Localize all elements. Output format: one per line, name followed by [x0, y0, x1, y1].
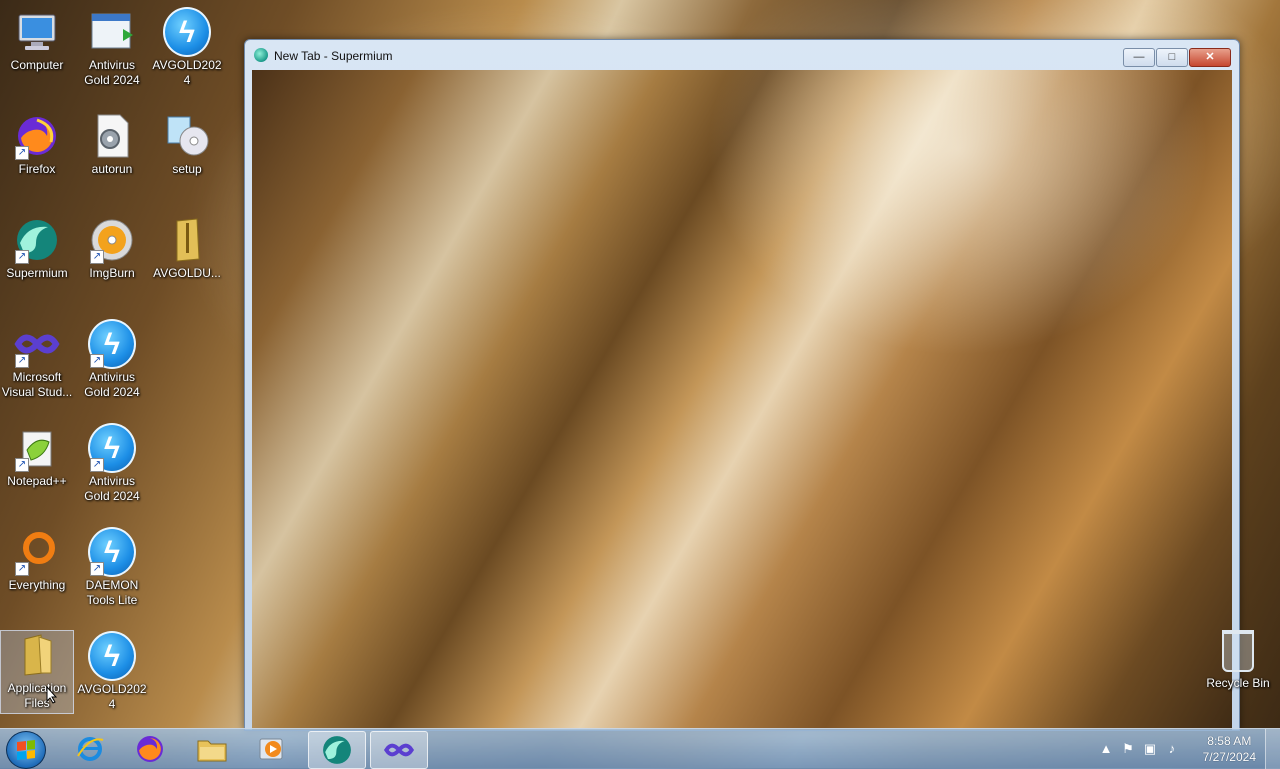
notepadpp-icon: ↗	[13, 424, 61, 472]
shortcut-arrow-icon: ↗	[90, 562, 104, 576]
desktop-icon-label: AVGOLDU...	[153, 266, 221, 280]
desktop-icon-label: Recycle Bin	[1206, 676, 1270, 690]
lightning-icon: ϟ ↗	[88, 319, 136, 369]
desktop-icon-antivirus-gold-2024[interactable]: Antivirus Gold 2024	[75, 8, 149, 88]
media-player-icon	[259, 738, 283, 760]
clock[interactable]: 8:58 AM 7/27/2024	[1203, 733, 1256, 765]
minimize-button[interactable]: —	[1123, 48, 1155, 67]
desktop-icon-setup[interactable]: setup	[150, 112, 224, 177]
taskbar: ▲ ⚑ ▣ ♪ 8:58 AM 7/27/2024	[0, 728, 1280, 769]
firefox-icon: ↗	[13, 112, 61, 160]
supermium-icon	[323, 736, 351, 764]
visual-studio-icon	[383, 743, 415, 757]
shortcut-arrow-icon: ↗	[15, 562, 29, 576]
shortcut-arrow-icon: ↗	[90, 458, 104, 472]
desktop-icon-label: setup	[172, 162, 202, 176]
shortcut-arrow-icon: ↗	[90, 250, 104, 264]
desktop-icon-antivirus-gold-2024-c[interactable]: ϟ ↗ Antivirus Gold 2024	[75, 423, 149, 504]
desktop-icon-label: Microsoft Visual Stud...	[1, 370, 73, 399]
desktop-icon-label: Antivirus Gold 2024	[84, 474, 140, 503]
desktop-icon-label: DAEMON Tools Lite	[85, 578, 139, 607]
desktop-icon-computer[interactable]: Computer	[0, 8, 74, 73]
desktop-icon-imgburn[interactable]: ↗ ImgBurn	[75, 216, 149, 281]
desktop-icon-label: autorun	[91, 162, 133, 176]
lightning-icon: ϟ ↗	[88, 423, 136, 473]
lightning-icon: ϟ	[163, 7, 211, 57]
show-hidden-icons-icon[interactable]: ▲	[1098, 741, 1114, 757]
desktop-icon-label: Supermium	[6, 266, 68, 280]
desktop-icon-label: Everything	[8, 578, 66, 592]
taskbar-firefox[interactable]	[122, 731, 178, 767]
lightning-icon: ϟ	[88, 631, 136, 681]
shortcut-arrow-icon: ↗	[15, 250, 29, 264]
volume-icon[interactable]: ♪	[1164, 741, 1180, 757]
desktop-icon-label: Application Files	[7, 681, 67, 710]
mouse-cursor-icon	[46, 686, 58, 704]
taskbar-media-player[interactable]	[244, 731, 300, 767]
taskbar-file-explorer[interactable]	[184, 731, 240, 767]
shortcut-arrow-icon: ↗	[15, 458, 29, 472]
everything-icon: ↗	[13, 528, 61, 576]
shortcut-arrow-icon: ↗	[15, 354, 29, 368]
desktop-icon-label: Firefox	[18, 162, 56, 176]
desktop-icon-label: AVGOLD2024	[152, 58, 222, 87]
taskbar-visual-studio[interactable]	[370, 731, 428, 769]
close-button[interactable]: ✕	[1189, 48, 1231, 67]
taskbar-supermium[interactable]	[308, 731, 366, 769]
show-desktop-button[interactable]	[1265, 729, 1280, 769]
shortcut-arrow-icon: ↗	[15, 146, 29, 160]
settings-file-icon	[88, 112, 136, 160]
shortcut-arrow-icon: ↗	[90, 354, 104, 368]
imgburn-icon: ↗	[88, 216, 136, 264]
desktop-icon-label: Antivirus Gold 2024	[84, 370, 140, 399]
desktop-icon-avgold2024[interactable]: ϟ AVGOLD2024	[150, 7, 224, 88]
desktop-icon-avgold2024-b[interactable]: ϟ AVGOLD2024	[75, 631, 149, 712]
desktop-icon-label: AVGOLD2024	[77, 682, 147, 711]
desktop-icon-avgoldu[interactable]: AVGOLDU...	[150, 216, 224, 281]
browser-content-area[interactable]	[252, 70, 1232, 730]
supermium-icon: ↗	[13, 216, 61, 264]
window-title: New Tab - Supermium	[274, 49, 393, 63]
maximize-button[interactable]: □	[1156, 48, 1188, 67]
desktop-icon-recycle-bin[interactable]: Recycle Bin	[1200, 630, 1276, 690]
desktop-icon-application-files[interactable]: Application Files	[0, 630, 74, 714]
clock-date: 7/27/2024	[1202, 750, 1256, 764]
zip-folder-icon	[163, 216, 211, 264]
desktop-icon-label: Computer	[10, 58, 64, 72]
desktop-icon-visual-studio[interactable]: ↗ Microsoft Visual Stud...	[0, 320, 74, 400]
desktop-icon-supermium[interactable]: ↗ Supermium	[0, 216, 74, 281]
desktop-icon-autorun[interactable]: autorun	[75, 112, 149, 177]
folder-icon	[13, 631, 61, 679]
network-icon[interactable]: ▣	[1142, 741, 1158, 757]
setup-icon	[163, 112, 211, 160]
action-center-flag-icon[interactable]: ⚑	[1120, 741, 1136, 757]
clock-time: 8:58 AM	[1207, 734, 1252, 748]
desktop-icon-notepadpp[interactable]: ↗ Notepad++	[0, 424, 74, 489]
desktop-icon-antivirus-gold-2024-b[interactable]: ϟ ↗ Antivirus Gold 2024	[75, 319, 149, 400]
desktop-icon-firefox[interactable]: ↗ Firefox	[0, 112, 74, 177]
firefox-icon	[137, 736, 163, 762]
visual-studio-icon: ↗	[13, 320, 61, 368]
computer-icon	[13, 8, 61, 56]
desktop-icon-daemon-tools-lite[interactable]: ϟ ↗ DAEMON Tools Lite	[75, 527, 149, 608]
system-tray: ▲ ⚑ ▣ ♪ 8:58 AM 7/27/2024	[1090, 729, 1280, 769]
title-bar[interactable]: New Tab - Supermium — □ ✕	[245, 40, 1239, 70]
desktop-icon-everything[interactable]: ↗ Everything	[0, 528, 74, 593]
installer-icon	[88, 8, 136, 56]
desktop-icon-label: Notepad++	[7, 474, 67, 488]
supermium-window[interactable]: New Tab - Supermium — □ ✕	[244, 39, 1240, 731]
lightning-icon: ϟ ↗	[88, 527, 136, 577]
desktop-icon-label: Antivirus Gold 2024	[84, 58, 140, 87]
supermium-icon	[254, 48, 268, 62]
start-button[interactable]	[6, 731, 46, 769]
windows-logo-icon	[17, 740, 35, 760]
ie-icon	[77, 737, 104, 761]
taskbar-internet-explorer[interactable]	[62, 731, 118, 767]
folder-icon	[197, 740, 227, 762]
desktop-icon-label: ImgBurn	[89, 266, 135, 280]
recycle-bin-icon	[1222, 630, 1254, 672]
